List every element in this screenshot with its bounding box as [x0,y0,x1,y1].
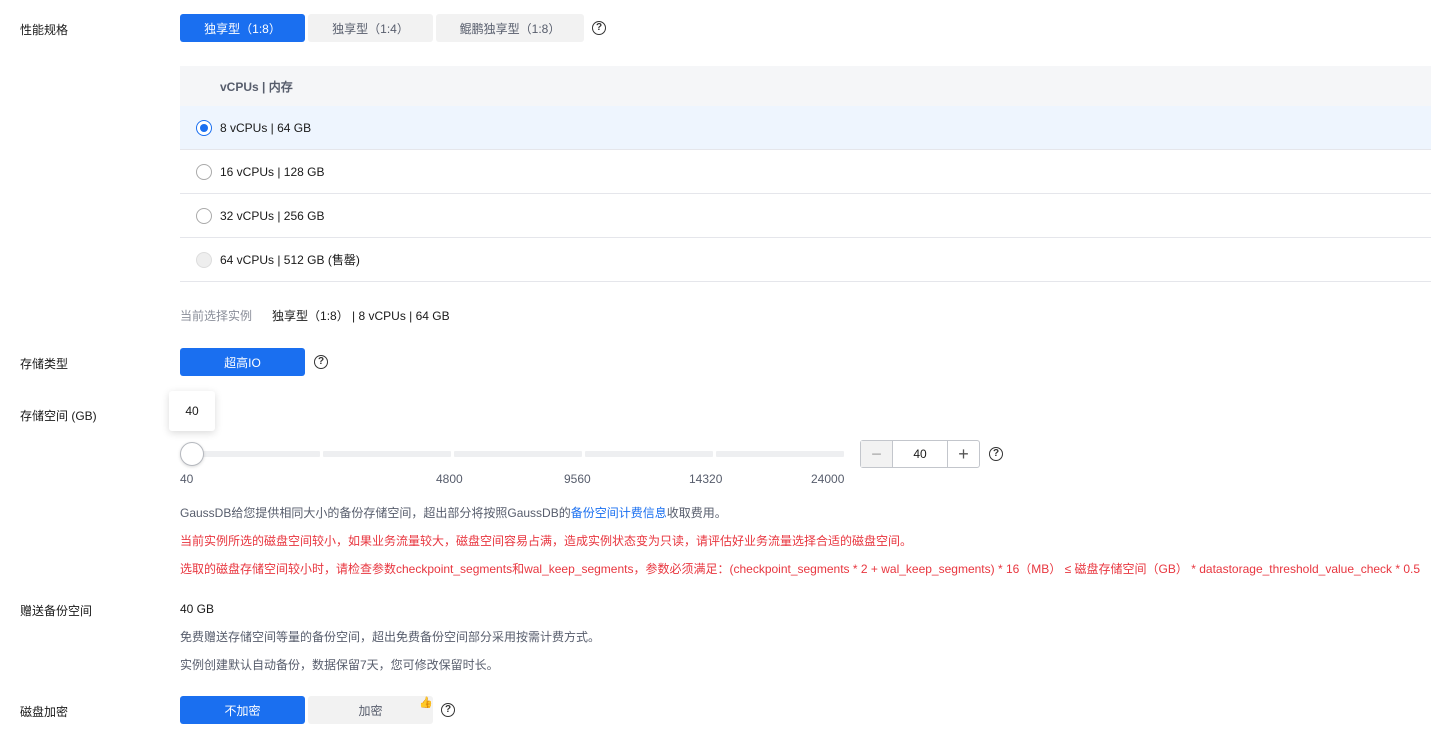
flavor-row-16[interactable]: 16 vCPUs | 128 GB [180,150,1431,194]
encrypt-help-icon[interactable]: ? [441,703,455,717]
radio-icon[interactable] [196,163,212,180]
storage-type-ultra-io[interactable]: 超高IO [180,348,305,376]
flavor-table-header: vCPUs | 内存 [180,66,1431,106]
slider-tick: 24000 [811,472,845,486]
storage-stepper: − + [860,440,980,468]
slider-track[interactable] [192,451,844,457]
slider-tick: 4800 [436,472,463,486]
backup-note-2: 实例创建默认自动备份，数据保留7天，您可修改保留时长。 [180,658,499,672]
flavor-row-32[interactable]: 32 vCPUs | 256 GB [180,194,1431,238]
storage-slider[interactable] [180,440,845,470]
checkpoint-warning: 选取的磁盘存储空间较小时，请检查参数checkpoint_segments和wa… [180,562,1421,576]
radio-icon[interactable] [196,207,212,224]
flavor-label: 64 vCPUs | 512 GB (售罄) [220,253,360,267]
current-selection-label: 当前选择实例 [180,309,253,323]
tab-dedicated-1-4[interactable]: 独享型（1:4） [308,14,433,42]
encrypt-tabs: 不加密 加密 [180,696,433,724]
storage-space-label: 存储空间 (GB) [20,409,97,423]
backup-note-1: 免费赠送存储空间等量的备份空间，超出免费备份空间部分采用按需计费方式。 [180,630,601,644]
disk-space-warning: 当前实例所选的磁盘空间较小，如果业务流量较大，磁盘空间容易占满，造成实例状态变为… [180,534,913,548]
current-selection-value: 独享型（1:8） | 8 vCPUs | 64 GB [272,309,450,323]
current-selection: 当前选择实例 独享型（1:8） | 8 vCPUs | 64 GB [180,307,450,324]
perf-help-icon[interactable]: ? [592,21,606,35]
storage-type-tabs: 超高IO [180,348,305,376]
flavor-label: 16 vCPUs | 128 GB [220,164,325,179]
note-text: 收取费用。 [666,506,727,520]
slider-tick: 40 [180,472,194,486]
flavor-row-8[interactable]: 8 vCPUs | 64 GB [180,106,1431,150]
flavor-row-64: 64 vCPUs | 512 GB (售罄) [180,238,1431,282]
minus-icon[interactable]: − [861,441,893,467]
slider-tick: 14320 [689,472,723,486]
thumbs-up-icon: 👍 [419,697,433,709]
slider-tick: 9560 [564,472,591,486]
encrypt-on-button[interactable]: 加密 [308,696,433,724]
backup-value: 40 GB [180,602,215,616]
backup-label: 赠送备份空间 [20,604,93,618]
note-text: GaussDB给您提供相同大小的备份存储空间，超出部分将按照GaussDB的 [180,506,571,520]
plus-icon[interactable]: + [947,441,979,467]
encrypt-off-button[interactable]: 不加密 [180,696,305,724]
flavor-table: vCPUs | 内存 8 vCPUs | 64 GB 16 vCPUs | 12… [180,66,1431,282]
radio-icon[interactable] [196,119,212,136]
flavor-label: 8 vCPUs | 64 GB [220,120,312,135]
storage-size-input[interactable] [893,441,947,467]
flavor-label: 32 vCPUs | 256 GB [220,208,325,223]
perf-tabs: 独享型（1:8） 独享型（1:4） 鲲鹏独享型（1:8） [180,14,584,42]
backup-billing-note: GaussDB给您提供相同大小的备份存储空间，超出部分将按照GaussDB的备份… [180,504,727,521]
tab-kunpeng-1-8[interactable]: 鲲鹏独享型（1:8） [436,14,584,42]
tab-dedicated-1-8[interactable]: 独享型（1:8） [180,14,305,42]
storage-space-help-icon[interactable]: ? [989,447,1003,461]
radio-icon [196,251,212,268]
slider-thumb[interactable] [180,442,204,466]
slider-tooltip: 40 [169,391,215,431]
encrypt-label: 磁盘加密 [20,705,69,719]
perf-label: 性能规格 [20,23,69,37]
storage-type-label: 存储类型 [20,357,69,371]
backup-billing-link[interactable]: 备份空间计费信息 [571,506,667,520]
storage-type-help-icon[interactable]: ? [314,355,328,369]
